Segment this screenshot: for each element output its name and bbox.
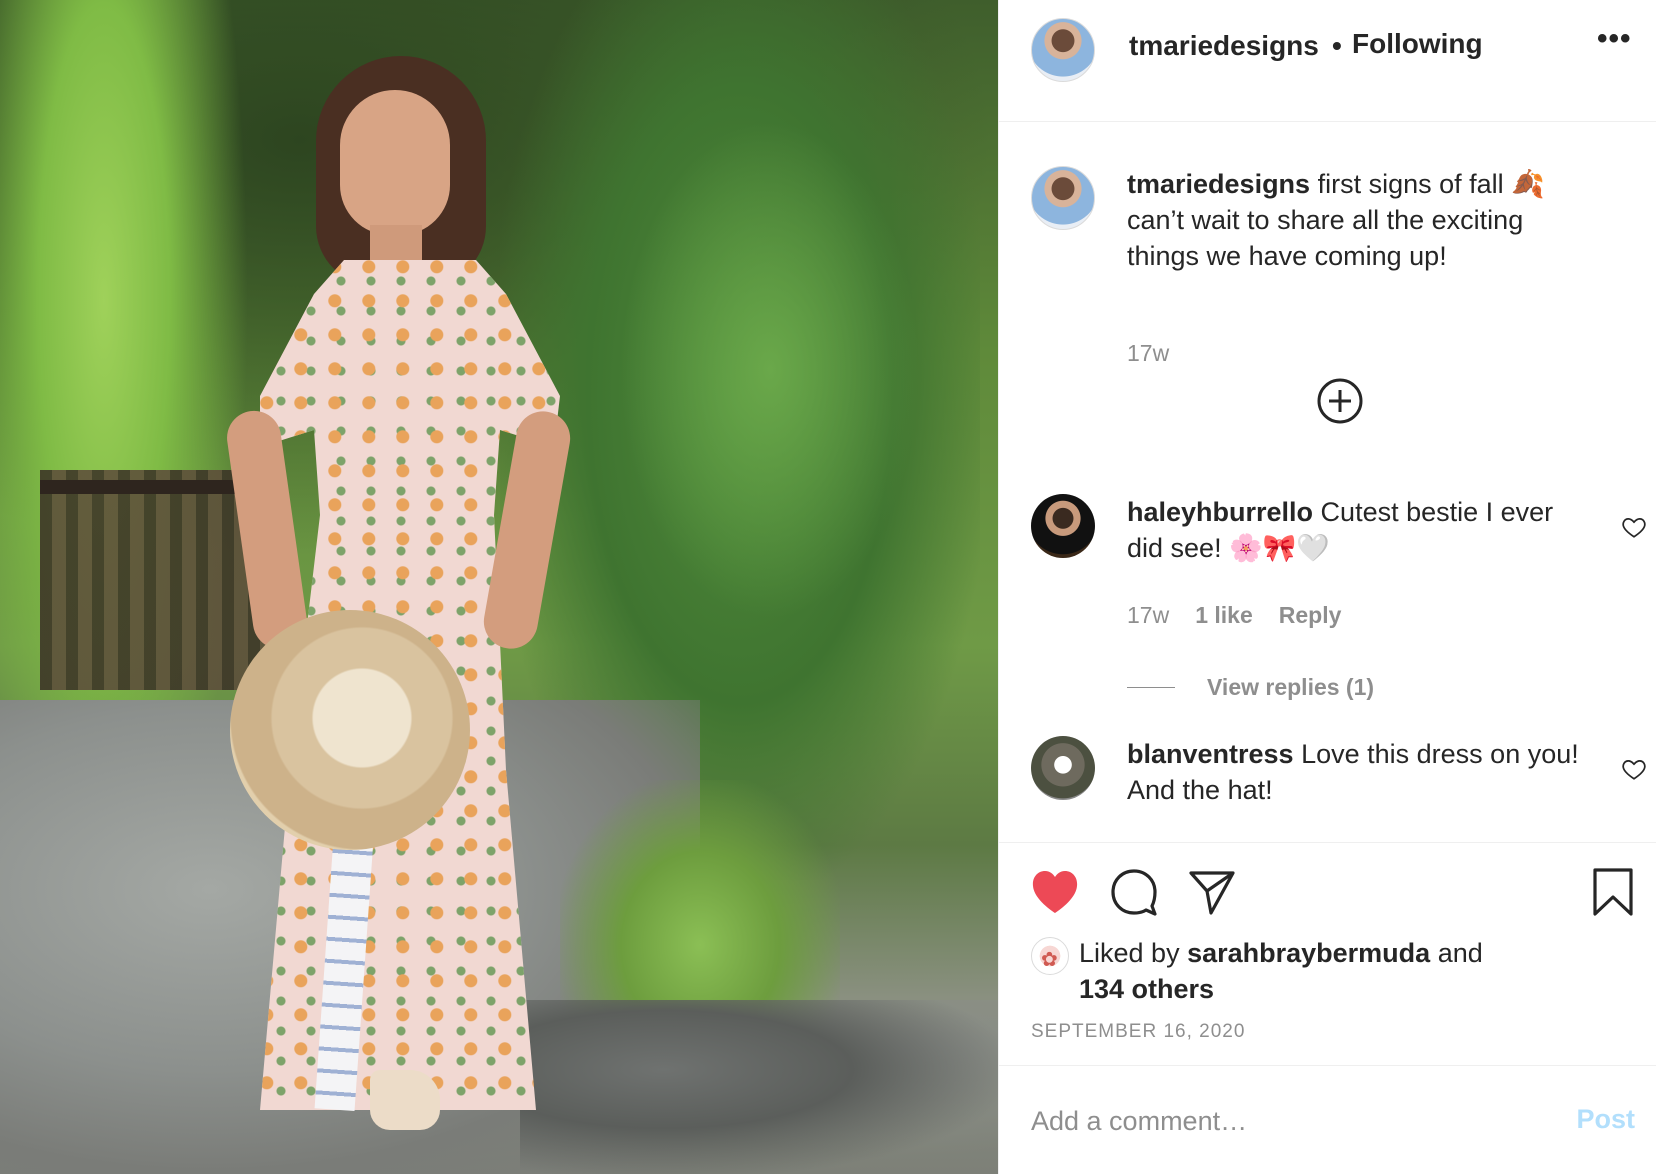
more-options-icon[interactable]: ••• — [1597, 22, 1632, 56]
paper-plane-icon[interactable] — [1187, 867, 1237, 917]
speech-bubble-icon[interactable] — [1109, 867, 1159, 917]
heart-outline-icon[interactable] — [1621, 756, 1647, 782]
caption-text: tmariedesigns first signs of fall 🍂 can’… — [1127, 166, 1587, 274]
view-replies-label: View replies (1) — [1207, 674, 1375, 700]
liked-by-user[interactable]: sarahbraybermuda — [1187, 938, 1430, 968]
comment-username[interactable]: blanventress — [1127, 739, 1294, 769]
comment-like-count[interactable]: 1 like — [1195, 602, 1253, 629]
liked-by-others[interactable]: 134 others — [1079, 974, 1214, 1004]
caption-username[interactable]: tmariedesigns — [1127, 169, 1310, 199]
caption-avatar[interactable] — [1031, 166, 1095, 230]
bookmark-icon[interactable] — [1591, 867, 1635, 917]
caption-timestamp[interactable]: 17w — [1127, 340, 1169, 367]
comment-avatar[interactable] — [1031, 494, 1095, 558]
comment-text: blanventress Love this dress on you! And… — [1127, 736, 1587, 808]
add-comment-bar: Post — [999, 1065, 1656, 1174]
view-replies-line — [1127, 687, 1175, 688]
plus-circle-icon[interactable] — [1316, 377, 1364, 425]
photo-woman-face — [340, 90, 450, 235]
post-date[interactable]: SEPTEMBER 16, 2020 — [1031, 1021, 1245, 1043]
comment-text: haleyhburrello Cutest bestie I ever did … — [1127, 494, 1587, 566]
reply-button[interactable]: Reply — [1279, 602, 1342, 629]
author-avatar[interactable] — [1031, 18, 1095, 82]
photo-vine-highlight — [620, 120, 920, 620]
following-button[interactable]: Following — [1352, 28, 1483, 60]
post-header: tmariedesigns • Following ••• — [999, 0, 1656, 122]
comment-meta: 17w 1 like Reply — [1127, 602, 1341, 629]
liked-by-text: Liked by sarahbraybermuda and 134 others — [1031, 935, 1631, 1007]
photo-woman-left-arm — [223, 407, 311, 653]
post-actions: Liked by sarahbraybermuda and 134 others… — [999, 842, 1656, 1174]
header-separator: • — [1332, 30, 1342, 61]
heart-outline-icon[interactable] — [1621, 514, 1647, 540]
photo-straw-hat — [230, 610, 470, 850]
liked-by-prefix: Liked by — [1079, 938, 1188, 968]
liked-by: Liked by sarahbraybermuda and 134 others — [1031, 935, 1631, 1007]
instagram-post: tmariedesigns • Following ••• tmariedesi… — [0, 0, 1656, 1174]
comments-section[interactable]: tmariedesigns first signs of fall 🍂 can’… — [999, 122, 1656, 842]
photo-rocks — [520, 1000, 998, 1174]
comment-username[interactable]: haleyhburrello — [1127, 497, 1313, 527]
author-username[interactable]: tmariedesigns — [1129, 30, 1319, 62]
comment-avatar[interactable] — [1031, 736, 1095, 800]
comment-timestamp[interactable]: 17w — [1127, 602, 1169, 629]
caption-meta: 17w — [1127, 340, 1169, 367]
post-sidebar: tmariedesigns • Following ••• tmariedesi… — [998, 0, 1656, 1174]
view-replies-button[interactable]: View replies (1) — [1127, 674, 1374, 701]
heart-filled-icon[interactable] — [1031, 869, 1079, 915]
post-comment-button[interactable]: Post — [1576, 1104, 1635, 1135]
comment-input[interactable] — [1031, 1098, 1511, 1144]
post-photo[interactable] — [0, 0, 998, 1174]
liker-avatar[interactable] — [1031, 937, 1069, 977]
photo-woman — [220, 50, 580, 1150]
photo-shoe — [370, 1070, 440, 1130]
liked-by-middle: and — [1430, 938, 1483, 968]
